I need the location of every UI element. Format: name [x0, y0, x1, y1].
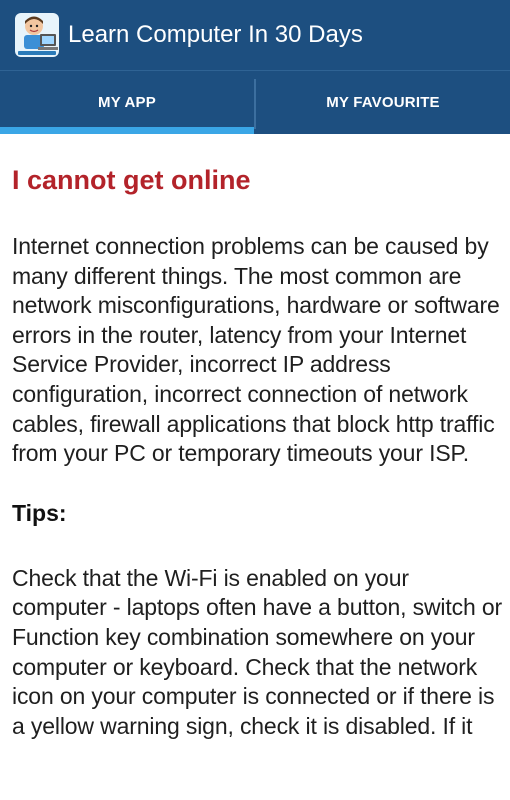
article-paragraph-2: Check that the Wi-Fi is enabled on your … [12, 564, 502, 739]
tab-bar: MY APP MY FAVOURITE [0, 70, 510, 134]
app-bar: Learn Computer In 30 Days [0, 0, 510, 70]
selected-tab-indicator [0, 127, 254, 134]
article-content: I cannot get online Internet connection … [12, 162, 502, 741]
article-heading: I cannot get online [12, 165, 251, 195]
app-title: Learn Computer In 30 Days [68, 21, 363, 48]
tab-my-favourite[interactable]: MY FAVOURITE [256, 71, 510, 134]
tab-my-app[interactable]: MY APP [0, 71, 254, 134]
boy-with-computer-logo-icon[interactable] [14, 12, 60, 58]
article-paragraph-1: Internet connection problems can be caus… [12, 233, 500, 467]
tips-label: Tips: [12, 499, 67, 526]
